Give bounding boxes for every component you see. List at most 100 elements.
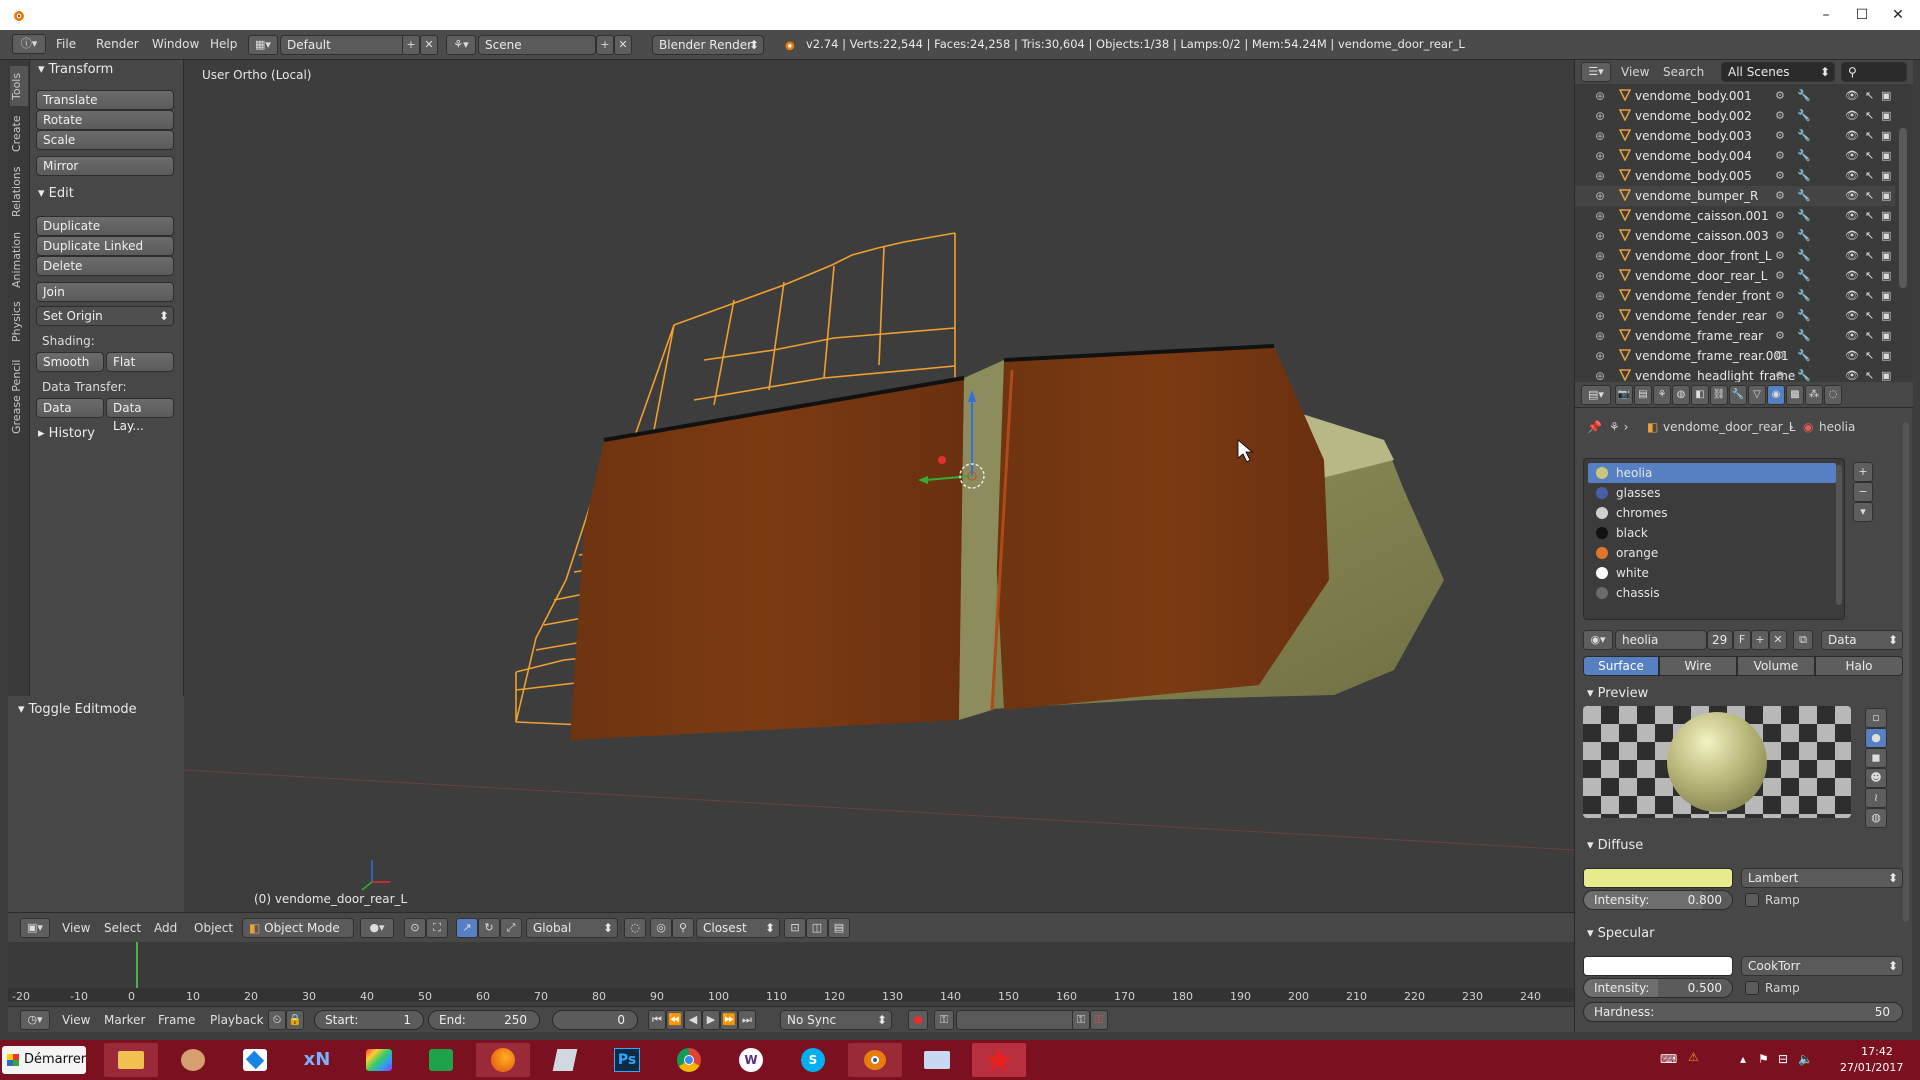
timeline-menu-frame[interactable]: Frame [158, 1013, 195, 1027]
viewport-shading-icon[interactable]: ●▾ [360, 918, 394, 938]
render-engine-select[interactable]: Blender Render ⬍ [652, 35, 764, 55]
material-users-count[interactable]: 29 [1707, 630, 1733, 650]
expand-icon[interactable]: ⊕ [1595, 109, 1605, 123]
remove-scene-icon[interactable]: ✕ [614, 35, 632, 55]
remove-layout-icon[interactable]: ✕ [420, 35, 438, 55]
scale-button[interactable]: Scale [36, 130, 174, 150]
add-material-slot-icon[interactable]: + [1853, 462, 1873, 482]
skype-app-icon[interactable]: S [786, 1043, 840, 1077]
rotate-manipulator-icon[interactable]: ↻ [478, 918, 500, 938]
context-tab-render-icon[interactable]: 📷 [1615, 385, 1633, 405]
outliner-row[interactable]: ⊕ vendome_fender_rear ⚙ 🔧 👁 ↖ ▣ [1575, 306, 1895, 326]
expand-icon[interactable]: ⊕ [1595, 129, 1605, 143]
preview-range-icon[interactable]: ⏲ [268, 1010, 286, 1030]
preview-world-icon[interactable]: ◍ [1865, 808, 1887, 828]
render-camera-icon[interactable]: ▣ [1881, 169, 1891, 182]
notification-tray-icon[interactable]: ⚠ [1688, 1050, 1699, 1064]
current-frame-marker[interactable] [136, 942, 138, 988]
selectable-arrow-icon[interactable]: ↖ [1865, 289, 1874, 302]
current-frame-field[interactable]: 0 [552, 1010, 638, 1030]
data-button[interactable]: Data [36, 398, 104, 418]
material-slot[interactable]: black [1588, 523, 1836, 543]
close-window-button[interactable]: ✕ [1880, 4, 1916, 26]
outliner-row[interactable]: ⊕ vendome_bumper_R ⚙ 🔧 👁 ↖ ▣ [1575, 186, 1895, 206]
visibility-eye-icon[interactable]: 👁 [1845, 369, 1859, 382]
visibility-eye-icon[interactable]: 👁 [1845, 349, 1859, 362]
menu-object[interactable]: Object [194, 921, 233, 935]
firefox-app-icon[interactable] [476, 1043, 530, 1077]
material-slots-list[interactable]: heolia glasses chromes black orange white chas… [1583, 458, 1845, 620]
new-material-icon[interactable]: + [1751, 630, 1769, 650]
render-camera-icon[interactable]: ▣ [1881, 289, 1891, 302]
lock-range-icon[interactable]: 🔒 [286, 1010, 304, 1030]
proportional-edit-icon[interactable]: ◎ [650, 918, 672, 938]
outliner-row[interactable]: ⊕ vendome_body.002 ⚙ 🔧 👁 ↖ ▣ [1575, 106, 1895, 126]
sync-mode-select[interactable]: No Sync ⬍ [780, 1010, 892, 1030]
tab-physics[interactable]: Physics [10, 298, 28, 346]
preview-cube-icon[interactable]: ◼ [1865, 748, 1887, 768]
clock-date[interactable]: 27/01/2017 [1840, 1061, 1903, 1074]
expand-icon[interactable]: ⊕ [1595, 89, 1605, 103]
toggle-editmode-header[interactable]: ▾ Toggle Editmode [18, 702, 137, 717]
visibility-eye-icon[interactable]: 👁 [1845, 149, 1859, 162]
outliner-row[interactable]: ⊕ vendome_body.001 ⚙ 🔧 👁 ↖ ▣ [1575, 86, 1895, 106]
editor-type-properties-icon[interactable]: ▤▾ [1581, 385, 1611, 405]
duplicate-linked-button[interactable]: Duplicate Linked [36, 236, 174, 256]
network-tray-icon[interactable]: ⊟ [1778, 1052, 1788, 1066]
opengl-render-icon[interactable]: ▤ [828, 918, 850, 938]
jump-start-icon[interactable]: ⏮ [648, 1010, 666, 1030]
render-camera-icon[interactable]: ▣ [1881, 149, 1891, 162]
writer-app-icon[interactable]: W [724, 1043, 778, 1077]
material-slot[interactable]: chassis [1588, 583, 1836, 603]
mail-app-icon[interactable] [910, 1043, 964, 1077]
scene-icon[interactable]: ⚘▾ [446, 35, 476, 55]
history-panel-header[interactable]: ▸ History [38, 426, 95, 441]
screen-layout-icon[interactable]: ▦▾ [248, 35, 278, 55]
menu-view[interactable]: View [62, 921, 90, 935]
selectable-arrow-icon[interactable]: ↖ [1865, 269, 1874, 282]
paint-app-icon[interactable] [972, 1043, 1026, 1077]
material-specials-icon[interactable]: ▾ [1853, 502, 1873, 522]
outliner-search-input[interactable]: ⚲ [1841, 62, 1907, 82]
tab-grease-pencil[interactable]: Grease Pencil [10, 352, 28, 442]
manipulator-toggle-icon[interactable]: ⛶ [426, 918, 448, 938]
outliner-row[interactable]: ⊕ vendome_caisson.001 ⚙ 🔧 👁 ↖ ▣ [1575, 206, 1895, 226]
expand-icon[interactable]: ⊕ [1595, 189, 1605, 203]
preview-monkey-icon[interactable]: ☻ [1865, 768, 1887, 788]
volume-tray-icon[interactable]: 🔈 [1798, 1052, 1813, 1066]
selectable-arrow-icon[interactable]: ↖ [1865, 169, 1874, 182]
screen-layout-field[interactable]: Default [280, 35, 408, 55]
expand-icon[interactable]: ⊕ [1595, 329, 1605, 343]
context-tab-world-icon[interactable]: ◍ [1672, 385, 1690, 405]
diffuse-ramp-checkbox[interactable] [1745, 893, 1759, 907]
layer-icon[interactable]: ◌ [624, 918, 646, 938]
edit-panel-header[interactable]: ▾ Edit [38, 186, 74, 201]
join-button[interactable]: Join [36, 282, 174, 302]
expand-icon[interactable]: ⊕ [1595, 309, 1605, 323]
menu-window[interactable]: Window [152, 37, 199, 51]
visibility-eye-icon[interactable]: 👁 [1845, 269, 1859, 282]
timeline[interactable]: -20 -10 0 10 20 30 40 50 60 70 80 90 100 110 120 130 140… [8, 942, 1574, 1003]
3d-viewport[interactable]: User Ortho (Local) (0) vendome_door_rear… [184, 60, 1574, 912]
material-slot[interactable]: heolia [1588, 463, 1836, 483]
selectable-arrow-icon[interactable]: ↖ [1865, 109, 1874, 122]
play-icon[interactable]: ▶ [702, 1010, 720, 1030]
x-axis-handle[interactable] [938, 456, 946, 464]
delete-keyframe-icon[interactable]: ⚿ [1090, 1010, 1108, 1030]
flag-tray-icon[interactable]: ⚑ [1758, 1052, 1769, 1066]
maximize-button[interactable]: ☐ [1844, 4, 1880, 26]
jump-end-icon[interactable]: ⏭ [738, 1010, 756, 1030]
material-slot[interactable]: chromes [1588, 503, 1836, 523]
dropbox-app-icon[interactable] [228, 1043, 282, 1077]
outliner-row[interactable]: ⊕ vendome_frame_rear.001 ⚙ 🔧 👁 ↖ ▣ [1575, 346, 1895, 366]
render-camera-icon[interactable]: ▣ [1881, 309, 1891, 322]
browse-material-icon[interactable]: ◉▾ [1583, 630, 1613, 650]
render-camera-icon[interactable]: ▣ [1881, 89, 1891, 102]
render-camera-icon[interactable]: ▣ [1881, 329, 1891, 342]
snap-toggle-icon[interactable]: ⚲ [672, 918, 694, 938]
context-tab-render-layers-icon[interactable]: ▤ [1634, 385, 1652, 405]
keying-set-field[interactable] [956, 1010, 1076, 1030]
start-frame-field[interactable]: Start: 1 [314, 1010, 424, 1030]
pivot-point-icon[interactable]: ⊙ [404, 918, 426, 938]
translate-manipulator-icon[interactable]: ↗ [456, 918, 478, 938]
